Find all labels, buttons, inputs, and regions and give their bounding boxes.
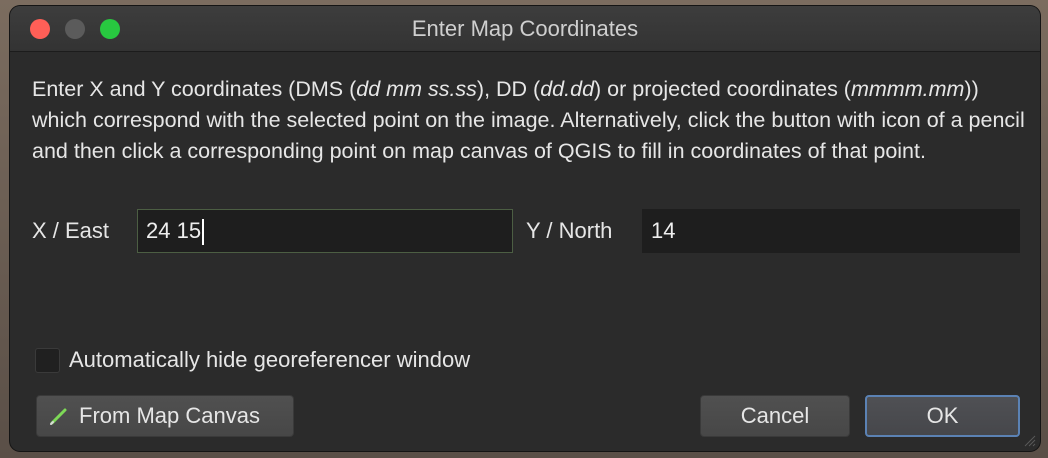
x-east-label: X / East [32,218,110,243]
dialog-window: Enter Map Coordinates Enter X and Y coor… [10,6,1040,451]
y-north-value: 14 [651,218,676,243]
instructions-part: ) or projected coordinates ( [594,77,851,101]
y-north-input[interactable]: 14 [642,209,1020,253]
instructions-text: Enter X and Y coordinates (DMS (dd mm ss… [32,74,1027,167]
title-bar: Enter Map Coordinates [10,6,1040,52]
instructions-format-projected: mmmm.mm [850,77,965,101]
instructions-format-dd: dd.dd [540,77,595,101]
x-east-input[interactable]: 24 15 [137,209,513,253]
x-east-value: 24 15 [146,218,202,243]
text-caret [202,219,205,246]
window-title: Enter Map Coordinates [411,16,639,41]
hide-georeferencer-label[interactable]: Automatically hide georeferencer window [69,344,470,376]
y-north-label: Y / North [526,218,613,243]
instructions-part: ), DD ( [476,77,541,101]
instructions-format-dms: dd mm ss.ss [356,77,477,101]
from-map-canvas-button[interactable]: From Map Canvas [36,395,294,437]
from-map-canvas-label: From Map Canvas [79,403,260,428]
pencil-icon [50,408,67,425]
ok-button[interactable]: OK [865,395,1020,437]
instructions-part: Enter X and Y coordinates (DMS ( [32,77,357,101]
cancel-button[interactable]: Cancel [700,395,850,437]
hide-georeferencer-checkbox[interactable] [35,348,60,373]
resize-grip-icon[interactable] [1022,433,1036,447]
